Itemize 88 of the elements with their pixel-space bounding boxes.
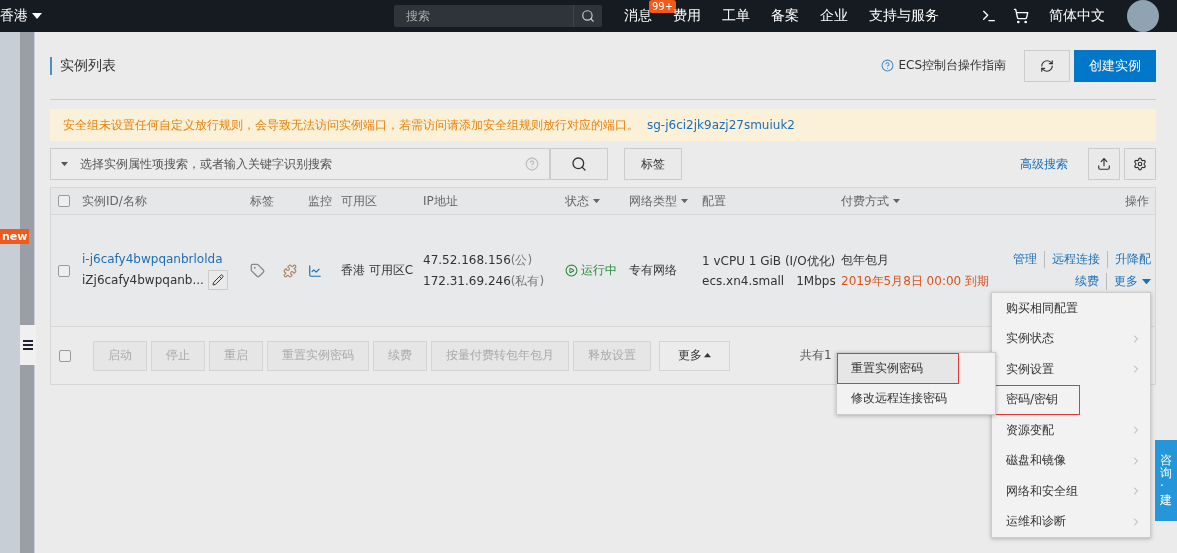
monitor-chart-icon[interactable] bbox=[308, 263, 322, 278]
new-badge: new bbox=[0, 229, 30, 244]
column-header: IP地址 bbox=[423, 192, 459, 210]
menu-item[interactable]: 实例设置 bbox=[992, 354, 1068, 385]
filter-box[interactable]: 选择实例属性项搜索，或者输入关键字识别搜索 bbox=[50, 148, 550, 180]
column-header[interactable]: 网络类型 bbox=[629, 192, 702, 210]
public-ip: 47.52.168.156(公) bbox=[423, 251, 534, 269]
caret-icon bbox=[893, 198, 900, 204]
refresh-button[interactable] bbox=[1024, 49, 1070, 82]
caret-icon bbox=[593, 198, 600, 204]
export-icon bbox=[1097, 157, 1111, 171]
billing-method: 包年包月 bbox=[841, 251, 890, 269]
network-type: 专有网络 bbox=[629, 262, 678, 279]
settings-button[interactable] bbox=[1124, 148, 1156, 180]
menu-item[interactable]: 密码/密钥 bbox=[992, 384, 1080, 415]
menu-item[interactable]: 资源变配 bbox=[992, 415, 1068, 446]
export-button[interactable] bbox=[1088, 148, 1120, 180]
menu-item[interactable]: 重置实例密码 bbox=[837, 353, 959, 384]
checkbox[interactable] bbox=[59, 349, 71, 362]
pencil-icon bbox=[211, 273, 224, 286]
zone-text: 香港 可用区C bbox=[341, 262, 415, 279]
caret-icon bbox=[1142, 278, 1151, 285]
refresh-icon bbox=[1040, 58, 1054, 73]
action-link[interactable]: 远程连接 bbox=[1044, 251, 1107, 268]
config-spec: 1 vCPU 1 GiB (I/O优化) bbox=[702, 253, 837, 270]
help-icon bbox=[525, 157, 539, 171]
column-header: 标签 bbox=[250, 192, 275, 210]
help-icon bbox=[881, 59, 895, 72]
create-button[interactable]: 创建实例 bbox=[1074, 49, 1156, 82]
filter-field[interactable]: 选择实例属性项搜索，或者输入关键字识别搜索 bbox=[78, 156, 515, 172]
batch-action-button[interactable]: 更多 bbox=[659, 340, 730, 371]
column-header: 监控 bbox=[308, 192, 333, 210]
column-header: 操作 bbox=[1124, 192, 1150, 210]
play-icon bbox=[565, 264, 578, 277]
action-link[interactable]: 续费 bbox=[1068, 273, 1106, 290]
region-selector[interactable]: 香港 bbox=[0, 7, 42, 25]
checkbox[interactable] bbox=[58, 264, 70, 277]
nav-link[interactable]: 企业 bbox=[820, 7, 848, 23]
private-ip: 172.31.69.246(私有) bbox=[423, 272, 546, 290]
instance-type: ecs.xn4.small bbox=[702, 274, 785, 288]
menu-item[interactable]: 运维和诊断 bbox=[992, 506, 1080, 537]
nav-link[interactable]: 工单 bbox=[722, 7, 750, 23]
expiry-date: 2019年5月8日 00:00 到期 bbox=[841, 272, 991, 290]
status-running: 运行中 bbox=[565, 262, 629, 279]
action-link[interactable]: 升降配 bbox=[1107, 251, 1151, 268]
guide-link[interactable]: ECS控制台操作指南 bbox=[881, 57, 1006, 74]
caret-icon bbox=[32, 13, 42, 19]
caret-icon bbox=[681, 198, 688, 204]
checkbox[interactable] bbox=[58, 195, 70, 207]
caret-icon bbox=[704, 353, 711, 358]
column-header: 实例ID/名称 bbox=[82, 192, 148, 210]
column-header: 可用区 bbox=[341, 192, 378, 210]
tag-button[interactable]: 标签 bbox=[624, 148, 682, 180]
menu-item[interactable]: 网络和安全组 bbox=[992, 476, 1092, 507]
column-header[interactable]: 状态 bbox=[565, 192, 629, 210]
tag-icon[interactable] bbox=[250, 263, 265, 278]
menu-item[interactable]: 磁盘和镜像 bbox=[992, 445, 1080, 476]
menu-item[interactable]: 购买相同配置 bbox=[992, 293, 1092, 324]
search-icon bbox=[581, 9, 595, 23]
page-title: 实例列表 bbox=[50, 56, 116, 75]
menu-item[interactable]: 实例状态 bbox=[992, 323, 1068, 354]
pagination-text: 共有1 bbox=[800, 347, 832, 364]
caret-icon bbox=[61, 161, 68, 167]
instance-name: iZj6cafy4bwpqanb... bbox=[82, 272, 204, 287]
terminal-icon[interactable] bbox=[981, 8, 997, 24]
sidebar-toggle[interactable] bbox=[20, 325, 36, 365]
search-field[interactable]: 搜索 bbox=[394, 9, 573, 23]
nav-link[interactable]: 备案 bbox=[771, 7, 799, 23]
more-link[interactable]: 更多 bbox=[1106, 273, 1151, 290]
cart-icon[interactable] bbox=[1013, 8, 1029, 24]
advanced-search-link[interactable]: 高级搜索 bbox=[1020, 155, 1068, 173]
instance-id-link[interactable]: i-j6cafy4bwpqanbrlolda bbox=[82, 251, 250, 266]
search-icon bbox=[571, 156, 587, 172]
settings-icon bbox=[1133, 157, 1147, 171]
menu-item[interactable]: 修改远程连接密码 bbox=[837, 383, 995, 414]
column-header: 配置 bbox=[702, 192, 727, 210]
list-icon bbox=[23, 340, 33, 350]
edit-button[interactable] bbox=[207, 269, 228, 290]
action-link[interactable]: 管理 bbox=[1006, 251, 1044, 268]
language-selector[interactable]: 简体中文 bbox=[1049, 7, 1105, 25]
nav-link[interactable]: 支持与服务 bbox=[869, 7, 939, 23]
alert-text: 安全组未设置任何自定义放行规则，会导致无法访问实例端口，若需访问请添加安全组规则放行对应的端口。 bbox=[63, 116, 639, 134]
nav-link[interactable]: 消息 bbox=[624, 7, 652, 23]
bandwidth: 1Mbps bbox=[796, 274, 836, 288]
column-header[interactable]: 付费方式 bbox=[841, 192, 991, 210]
puzzle-icon[interactable] bbox=[283, 263, 297, 278]
security-group-link[interactable]: sg-j6ci2jk9azj27smuiuk2 bbox=[647, 118, 795, 132]
search-box[interactable]: 搜索 bbox=[394, 5, 602, 27]
